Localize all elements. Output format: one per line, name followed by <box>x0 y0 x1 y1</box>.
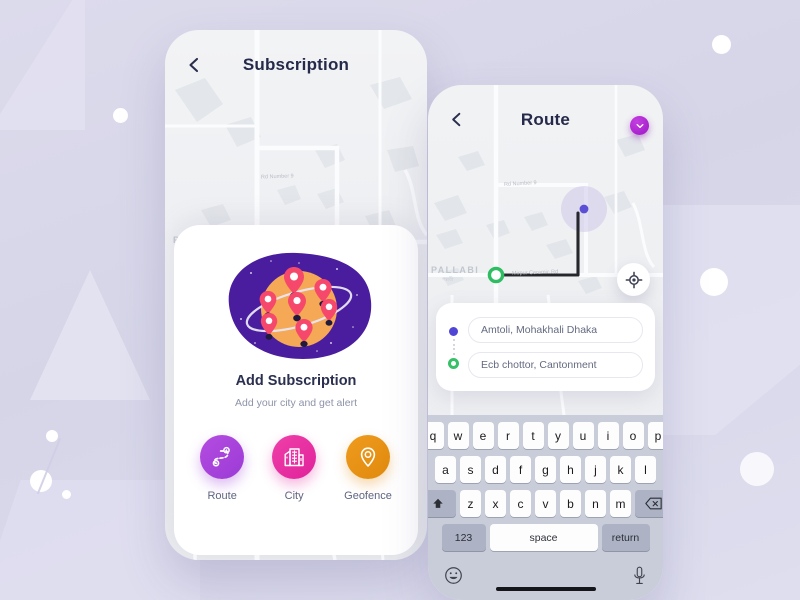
route-inputs: Amtoli, Mohakhali Dhaka Ecb chottor, Can… <box>468 316 643 378</box>
chevron-left-icon <box>189 57 199 73</box>
key-m[interactable]: m <box>610 490 631 517</box>
space-key[interactable]: space <box>489 524 598 551</box>
action-geofence[interactable]: Geofence <box>344 435 392 502</box>
route-fields-card: Amtoli, Mohakhali Dhaka Ecb chottor, Can… <box>436 303 655 391</box>
key-l[interactable]: l <box>635 456 656 483</box>
action-label-geofence: Geofence <box>344 490 392 502</box>
microphone-button[interactable] <box>632 566 647 590</box>
end-dot-icon <box>448 357 459 369</box>
city-icon-circle <box>272 435 317 479</box>
key-z[interactable]: z <box>460 490 481 517</box>
bg-circle-4 <box>46 430 58 442</box>
bg-circle-3 <box>700 268 728 296</box>
numbers-key[interactable]: 123 <box>441 524 486 551</box>
onscreen-keyboard: q w e r t y u i o p a s d f g h j k l z … <box>428 415 663 600</box>
back-button-subscription[interactable] <box>185 56 203 74</box>
keyboard-row-2: a s d f g h j k l <box>428 456 663 483</box>
key-s[interactable]: s <box>460 456 481 483</box>
emoji-smiley-icon <box>445 566 462 584</box>
key-v[interactable]: v <box>535 490 556 517</box>
key-d[interactable]: d <box>485 456 506 483</box>
microphone-icon <box>634 566 645 584</box>
page-title-route: Route <box>520 110 571 129</box>
key-h[interactable]: h <box>560 456 581 483</box>
action-label-city: City <box>284 490 304 502</box>
locate-me-button[interactable] <box>617 263 650 296</box>
destination-location-input[interactable]: Ecb chottor, Cantonment <box>468 351 643 378</box>
dotted-connector <box>452 339 455 355</box>
home-indicator <box>495 587 596 591</box>
map-label-road-1: Rd Number 9 <box>260 173 294 181</box>
key-k[interactable]: k <box>610 456 631 483</box>
bg-triangle-bottom-left <box>30 270 150 400</box>
key-a[interactable]: a <box>435 456 456 483</box>
emoji-button[interactable] <box>444 566 463 590</box>
backspace-key[interactable] <box>635 490 663 517</box>
planet-illustration <box>228 252 372 359</box>
header-subscription: Subscription <box>165 30 427 100</box>
geofence-icon-circle <box>345 435 390 479</box>
action-route[interactable]: Route <box>200 435 245 502</box>
key-j[interactable]: j <box>585 456 606 483</box>
keyboard-row-3: z x c v b n m <box>428 490 663 517</box>
route-icon <box>212 446 230 467</box>
card-subtitle: Add your city and get alert <box>235 397 357 409</box>
add-subscription-card: Add Subscription Add your city and get a… <box>174 225 418 555</box>
gps-crosshair-icon <box>625 271 642 288</box>
bg-circle-2 <box>712 35 731 54</box>
map-pin-icon <box>360 447 376 467</box>
bg-triangle-top-left <box>0 0 85 130</box>
key-r[interactable]: r <box>497 422 519 449</box>
bg-circle-6 <box>62 490 71 499</box>
key-x[interactable]: x <box>485 490 506 517</box>
key-i[interactable]: i <box>597 422 619 449</box>
chevron-left-icon <box>452 112 461 127</box>
key-w[interactable]: w <box>447 422 469 449</box>
map-label-area-local-right: পল্লবী <box>442 277 454 283</box>
route-stop-indicators <box>448 325 459 369</box>
route-options-button[interactable] <box>630 116 649 135</box>
start-dot-icon <box>449 327 458 337</box>
key-o[interactable]: o <box>622 422 644 449</box>
key-g[interactable]: g <box>535 456 556 483</box>
key-y[interactable]: y <box>547 422 569 449</box>
map-label-area-right: PALLABI <box>431 265 480 275</box>
back-button-route[interactable] <box>448 111 466 129</box>
bg-circle-7 <box>740 452 774 486</box>
backspace-icon <box>645 497 662 510</box>
keyboard-row-1: q w e r t y u i o p <box>428 422 663 449</box>
card-title: Add Subscription <box>235 373 357 389</box>
return-key[interactable]: return <box>601 524 650 551</box>
key-n[interactable]: n <box>585 490 606 517</box>
action-city[interactable]: City <box>272 435 317 502</box>
header-route: Route <box>428 85 663 155</box>
action-buttons-row: Route City Geofence <box>200 435 392 502</box>
phone-subscription-screen: Rd Number 9 Mirpur Ceramic Rd PALLABI পল… <box>165 30 427 560</box>
chevron-down-icon <box>636 123 643 128</box>
page-title-subscription: Subscription <box>242 55 350 74</box>
key-f[interactable]: f <box>510 456 531 483</box>
key-t[interactable]: t <box>522 422 544 449</box>
keyboard-row-4: 123 space return <box>428 524 663 551</box>
phone-route-screen: Rd Number 9 Mirpur Ceramic Rd PALLABI পল… <box>428 85 663 600</box>
key-u[interactable]: u <box>572 422 594 449</box>
bg-circle-1 <box>113 108 128 123</box>
route-icon-circle <box>200 435 245 479</box>
key-c[interactable]: c <box>510 490 531 517</box>
pickup-location-input[interactable]: Amtoli, Mohakhali Dhaka <box>468 316 643 343</box>
key-e[interactable]: e <box>472 422 494 449</box>
shift-arrow-icon <box>432 498 443 508</box>
key-q[interactable]: q <box>428 422 444 449</box>
shift-key[interactable] <box>428 490 456 517</box>
key-p[interactable]: p <box>647 422 663 449</box>
city-buildings-icon <box>284 448 304 467</box>
action-label-route: Route <box>207 490 237 502</box>
key-b[interactable]: b <box>560 490 581 517</box>
